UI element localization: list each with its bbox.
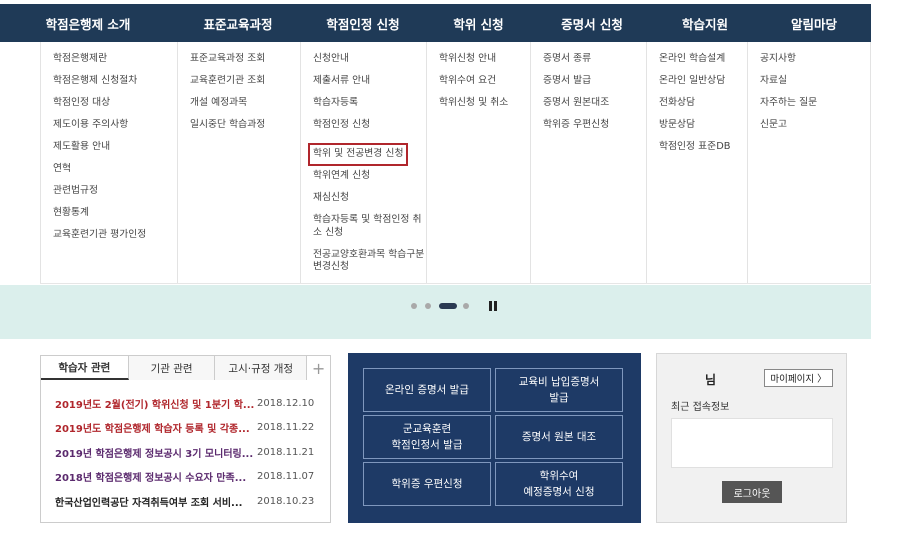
menu-item[interactable]: 현황통계 <box>53 207 177 220</box>
nav-item-certificate[interactable]: 증명서 신청 <box>531 4 653 42</box>
notice-row[interactable]: 한국산업인력공단 자격취득여부 조회 서비... 2018.10.23 <box>55 489 330 514</box>
menu-item[interactable]: 학습자등록 <box>313 97 426 110</box>
menu-item[interactable]: 증명서 원본대조 <box>543 97 646 110</box>
notice-date: 2018.11.07 <box>257 471 315 483</box>
slider-strip <box>0 285 871 339</box>
military-credit-button[interactable]: 군교육훈련 학점인정서 발급 <box>363 415 491 459</box>
nav-item-credit[interactable]: 학점인정 신청 <box>300 4 426 42</box>
menu-item[interactable]: 증명서 종류 <box>543 53 646 66</box>
menu-item[interactable]: 신청안내 <box>313 53 426 66</box>
menu-item[interactable]: 학위신청 안내 <box>439 53 530 66</box>
notice-row[interactable]: 2018년 학점은행제 정보공시 수요자 만족... 2018.11.07 <box>55 465 330 490</box>
global-nav: 학점은행제 소개 표준교육과정 학점인정 신청 학위 신청 증명서 신청 학습지… <box>0 4 871 42</box>
notice-row[interactable]: 2019년도 학점은행제 학습자 등록 및 각종... 2018.11.22 <box>55 416 330 441</box>
menu-item[interactable]: 신문고 <box>760 119 870 132</box>
notice-row[interactable]: 2019년 학점은행제 정보공시 3기 모니터링... 2018.11.21 <box>55 440 330 465</box>
notice-list: 2019년도 2월(전기) 학위신청 및 1분기 학... 2018.12.10… <box>41 380 330 514</box>
menu-item[interactable]: 온라인 학습설계 <box>659 53 747 66</box>
menu-item[interactable]: 개설 예정과목 <box>190 97 300 110</box>
menu-item[interactable]: 학점은행제란 <box>53 53 177 66</box>
menu-col-certificate: 증명서 종류 증명서 발급 증명서 원본대조 학위증 우편신청 <box>530 42 646 283</box>
menu-item[interactable]: 표준교육과정 조회 <box>190 53 300 66</box>
logout-button[interactable]: 로그아웃 <box>722 481 782 503</box>
menu-item[interactable]: 학위수여 요건 <box>439 75 530 88</box>
more-plus-icon[interactable]: + <box>307 356 331 380</box>
menu-item[interactable]: 전화상담 <box>659 97 747 110</box>
menu-item[interactable]: 교육훈련기관 조회 <box>190 75 300 88</box>
user-panel: 님 마이페이지 〉 최근 접속정보 로그아웃 <box>656 353 847 523</box>
slider-dot[interactable] <box>425 303 431 309</box>
slider-dot[interactable] <box>411 303 417 309</box>
mega-menu: 학점은행제란 학점은행제 신청절차 학점인정 대상 제도이용 주의사항 제도활용… <box>40 42 871 284</box>
tab-regulation[interactable]: 고시·규정 개정 <box>215 356 308 380</box>
tuition-certificate-button[interactable]: 교육비 납입증명서 발급 <box>495 368 623 412</box>
pause-icon[interactable] <box>489 301 497 311</box>
notice-row[interactable]: 2019년도 2월(전기) 학위신청 및 1분기 학... 2018.12.10 <box>55 391 330 416</box>
menu-item[interactable]: 증명서 발급 <box>543 75 646 88</box>
menu-item[interactable]: 제도활용 안내 <box>53 141 177 154</box>
notice-date: 2018.11.22 <box>257 422 315 434</box>
recent-access-label: 최근 접속정보 <box>671 402 730 413</box>
expected-degree-button[interactable]: 학위수여 예정증명서 신청 <box>495 462 623 506</box>
recent-access-box <box>671 418 833 468</box>
slider-dot[interactable] <box>463 303 469 309</box>
menu-col-credit: 신청안내 제출서류 안내 학습자등록 학점인정 신청 학위 및 전공변경 신청 … <box>300 42 426 283</box>
menu-item-highlighted[interactable]: 학위 및 전공변경 신청 <box>307 143 409 166</box>
user-name-suffix: 님 <box>705 373 717 387</box>
original-verify-button[interactable]: 증명서 원본 대조 <box>495 415 623 459</box>
nav-item-intro[interactable]: 학점은행제 소개 <box>0 4 176 42</box>
menu-item[interactable]: 학습자등록 및 학점인정 취소 신청 <box>313 214 425 239</box>
notice-date: 2018.11.21 <box>257 446 315 458</box>
tab-learner[interactable]: 학습자 관련 <box>41 356 129 380</box>
nav-item-degree[interactable]: 학위 신청 <box>426 4 531 42</box>
menu-item[interactable]: 학위신청 및 취소 <box>439 97 530 110</box>
notice-title[interactable]: 한국산업인력공단 자격취득여부 조회 서비... <box>55 494 257 509</box>
diploma-mail-button[interactable]: 학위증 우편신청 <box>363 462 491 506</box>
tab-institution[interactable]: 기관 관련 <box>128 356 216 380</box>
menu-item[interactable]: 제도이용 주의사항 <box>53 119 177 132</box>
menu-item[interactable]: 학위연계 신청 <box>313 170 426 183</box>
menu-item[interactable]: 자료실 <box>760 75 870 88</box>
menu-col-degree: 학위신청 안내 학위수여 요건 학위신청 및 취소 <box>426 42 530 283</box>
notice-title[interactable]: 2019년도 2월(전기) 학위신청 및 1분기 학... <box>55 396 257 411</box>
menu-col-learning: 온라인 학습설계 온라인 일반상담 전화상담 방문상담 학점인정 표준DB <box>646 42 747 283</box>
quick-link-panel: 온라인 증명서 발급 교육비 납입증명서 발급 군교육훈련 학점인정서 발급 증… <box>348 353 641 523</box>
notice-board: 학습자 관련 기관 관련 고시·규정 개정 + 2019년도 2월(전기) 학위… <box>40 355 331 523</box>
pause-bar <box>494 301 497 311</box>
menu-item[interactable]: 방문상담 <box>659 119 747 132</box>
notice-tabs: 학습자 관련 기관 관련 고시·규정 개정 + <box>41 356 331 380</box>
slider-dot-active[interactable] <box>439 303 457 309</box>
menu-item[interactable]: 제출서류 안내 <box>313 75 426 88</box>
menu-item[interactable]: 전공교양호환과목 학습구분 변경신청 <box>313 249 425 274</box>
menu-item[interactable]: 연혁 <box>53 163 177 176</box>
mypage-button[interactable]: 마이페이지 〉 <box>764 369 833 387</box>
online-certificate-button[interactable]: 온라인 증명서 발급 <box>363 368 491 412</box>
menu-item[interactable]: 학점은행제 신청절차 <box>53 75 177 88</box>
menu-item[interactable]: 학점인정 대상 <box>53 97 177 110</box>
menu-item[interactable]: 관련법규정 <box>53 185 177 198</box>
notice-title[interactable]: 2019년도 학점은행제 학습자 등록 및 각종... <box>55 420 257 435</box>
menu-item[interactable]: 공지사항 <box>760 53 870 66</box>
notice-title[interactable]: 2019년 학점은행제 정보공시 3기 모니터링... <box>55 445 257 460</box>
nav-item-learning[interactable]: 학습지원 <box>653 4 757 42</box>
nav-item-notice[interactable]: 알림마당 <box>757 4 871 42</box>
menu-item[interactable]: 학점인정 표준DB <box>659 141 747 154</box>
menu-col-curriculum: 표준교육과정 조회 교육훈련기관 조회 개설 예정과목 일시중단 학습과정 <box>177 42 300 283</box>
pause-bar <box>489 301 492 311</box>
menu-item[interactable]: 재심신청 <box>313 192 426 205</box>
nav-item-curriculum[interactable]: 표준교육과정 <box>176 4 300 42</box>
notice-date: 2018.10.23 <box>257 495 315 507</box>
menu-item[interactable]: 학위증 우편신청 <box>543 119 646 132</box>
notice-title[interactable]: 2018년 학점은행제 정보공시 수요자 만족... <box>55 469 257 484</box>
menu-item[interactable]: 자주하는 질문 <box>760 97 870 110</box>
menu-col-notice: 공지사항 자료실 자주하는 질문 신문고 <box>747 42 871 283</box>
menu-item[interactable]: 온라인 일반상담 <box>659 75 747 88</box>
menu-item[interactable]: 일시중단 학습과정 <box>190 119 300 132</box>
menu-col-intro: 학점은행제란 학점은행제 신청절차 학점인정 대상 제도이용 주의사항 제도활용… <box>40 42 177 283</box>
menu-item[interactable]: 학점인정 신청 <box>313 119 426 132</box>
menu-item[interactable]: 교육훈련기관 평가인정 <box>53 229 177 242</box>
notice-date: 2018.12.10 <box>257 397 315 409</box>
